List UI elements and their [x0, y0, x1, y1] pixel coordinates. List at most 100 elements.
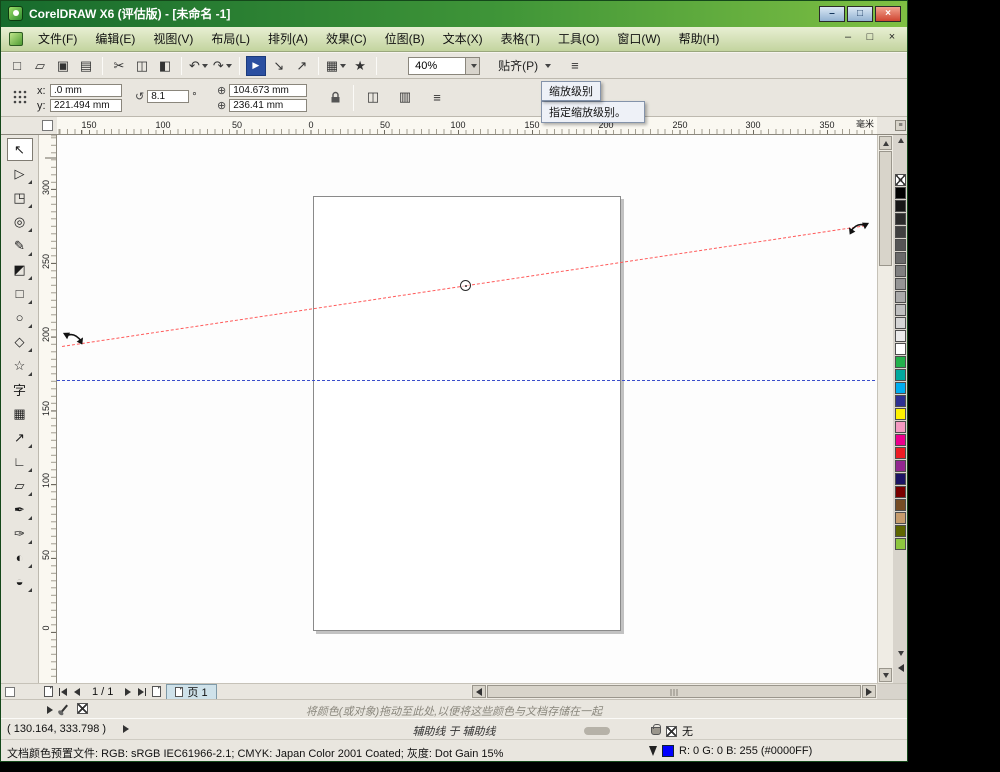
last-page-button[interactable] [137, 688, 147, 696]
polygon-tool[interactable]: ◇ [7, 330, 33, 353]
vertical-scrollbar[interactable] [877, 135, 893, 683]
menu-item-8[interactable]: 表格(T) [492, 27, 549, 52]
interactive-fill-tool[interactable]: ◒ [7, 570, 33, 593]
save-icon[interactable]: ▣ [53, 56, 73, 76]
color-swatch-25[interactable] [895, 512, 906, 524]
color-swatch-11[interactable] [895, 330, 906, 342]
basic-shapes-tool[interactable]: ☆ [7, 354, 33, 377]
add-page-icon[interactable] [152, 686, 161, 697]
color-swatch-3[interactable] [895, 226, 906, 238]
horizontal-scroll-thumb[interactable] [487, 685, 861, 698]
close-button[interactable]: × [875, 6, 901, 22]
doc-restore-button[interactable]: □ [863, 31, 877, 43]
color-swatch-5[interactable] [895, 252, 906, 264]
color-swatch-18[interactable] [895, 421, 906, 433]
print-icon[interactable]: ▤ [76, 56, 96, 76]
page-grid-icon[interactable] [5, 687, 15, 697]
rectangle-tool[interactable]: □ [7, 282, 33, 305]
pick-tool[interactable]: ↖ [7, 138, 33, 161]
open-icon[interactable]: ▱ [30, 56, 50, 76]
color-swatch-7[interactable] [895, 278, 906, 290]
scroll-up-icon[interactable] [879, 136, 892, 150]
y-position-field[interactable]: 221.494 mm [50, 99, 122, 112]
status-splitter[interactable] [584, 727, 610, 735]
color-swatch-10[interactable] [895, 317, 906, 329]
menu-item-9[interactable]: 工具(O) [549, 27, 608, 52]
horizontal-scrollbar[interactable] [471, 683, 877, 699]
drawing-canvas[interactable] [57, 135, 877, 683]
horizontal-guideline[interactable] [57, 380, 875, 381]
search-content-icon[interactable]: ▶ [246, 56, 266, 76]
palette-scroll-up-icon[interactable] [893, 135, 908, 146]
rotate-handle-left[interactable] [61, 325, 86, 350]
menu-item-6[interactable]: 位图(B) [376, 27, 434, 52]
color-swatch-27[interactable] [895, 538, 906, 550]
ruler-origin-icon[interactable] [42, 120, 53, 131]
color-swatch-21[interactable] [895, 460, 906, 472]
undo-icon[interactable]: ↶ [188, 56, 209, 76]
color-swatch-8[interactable] [895, 291, 906, 303]
docpal-none-swatch[interactable] [77, 703, 88, 714]
copy-icon[interactable]: ◫ [132, 56, 152, 76]
cut-icon[interactable]: ✂ [109, 56, 129, 76]
menu-item-2[interactable]: 视图(V) [144, 27, 202, 52]
guideline-x-field[interactable]: 104.673 mm [229, 84, 307, 97]
ruler-origin-corner[interactable] [1, 117, 57, 135]
vertical-ruler[interactable]: 300250200150100500 [39, 135, 57, 683]
scroll-down-icon[interactable] [879, 668, 892, 682]
menu-item-7[interactable]: 文本(X) [434, 27, 492, 52]
freehand-tool[interactable]: ✎ [7, 234, 33, 257]
rotation-center-marker[interactable] [460, 280, 471, 291]
color-swatch-24[interactable] [895, 499, 906, 511]
color-swatch-19[interactable] [895, 434, 906, 446]
palette-expand-icon[interactable] [893, 661, 908, 675]
scroll-left-icon[interactable] [472, 685, 486, 698]
zoom-level-combo[interactable]: 40% [408, 57, 480, 75]
rotation-angle-field[interactable]: 8.1 [147, 90, 189, 103]
guideline-presets-button[interactable]: ◫ [361, 86, 385, 108]
ruler-options-icon[interactable]: ≡ [895, 120, 906, 131]
minimize-button[interactable]: – [819, 6, 845, 22]
text-tool[interactable]: 字 [7, 378, 33, 401]
menu-item-10[interactable]: 窗口(W) [608, 27, 669, 52]
menu-item-3[interactable]: 布局(L) [202, 27, 259, 52]
color-swatch-9[interactable] [895, 304, 906, 316]
snap-dropdown[interactable]: 贴齐(P) [494, 57, 555, 74]
menu-item-11[interactable]: 帮助(H) [670, 27, 729, 52]
color-swatch-16[interactable] [895, 395, 906, 407]
paste-icon[interactable]: ◧ [155, 56, 175, 76]
outline-pen-tool[interactable]: ✑ [7, 522, 33, 545]
first-page-button[interactable] [58, 688, 68, 696]
dimension-tool[interactable]: ↗ [7, 426, 33, 449]
color-swatch-0[interactable] [895, 187, 906, 199]
doc-close-button[interactable]: × [885, 31, 899, 43]
ellipse-tool[interactable]: ○ [7, 306, 33, 329]
color-swatch-22[interactable] [895, 473, 906, 485]
welcome-screen-icon[interactable]: ★ [350, 56, 370, 76]
color-swatch-2[interactable] [895, 213, 906, 225]
new-document-icon[interactable]: □ [7, 56, 27, 76]
menu-item-0[interactable]: 文件(F) [29, 27, 86, 52]
blend-tool[interactable]: ▱ [7, 474, 33, 497]
docpal-expand-icon[interactable] [47, 706, 53, 714]
color-swatch-15[interactable] [895, 382, 906, 394]
no-color-swatch[interactable] [895, 174, 906, 186]
coords-expand-icon[interactable] [123, 725, 129, 733]
maximize-button[interactable]: □ [847, 6, 873, 22]
color-swatch-6[interactable] [895, 265, 906, 277]
fill-tool[interactable]: ◐ [7, 546, 33, 569]
zoom-dropdown-icon[interactable] [465, 58, 479, 74]
table-tool[interactable]: ▦ [7, 402, 33, 425]
menu-item-4[interactable]: 排列(A) [259, 27, 317, 52]
color-swatch-23[interactable] [895, 486, 906, 498]
doc-minimize-button[interactable]: – [841, 31, 855, 43]
lock-guideline-button[interactable] [323, 86, 347, 108]
redo-icon[interactable]: ↷ [212, 56, 233, 76]
color-swatch-14[interactable] [895, 369, 906, 381]
shape-tool[interactable]: ▷ [7, 162, 33, 185]
color-swatch-4[interactable] [895, 239, 906, 251]
connector-tool[interactable]: ∟ [7, 450, 33, 473]
color-swatch-12[interactable] [895, 343, 906, 355]
docpal-eyedropper-icon[interactable] [60, 705, 68, 714]
palette-scroll-down-icon[interactable] [893, 648, 908, 659]
